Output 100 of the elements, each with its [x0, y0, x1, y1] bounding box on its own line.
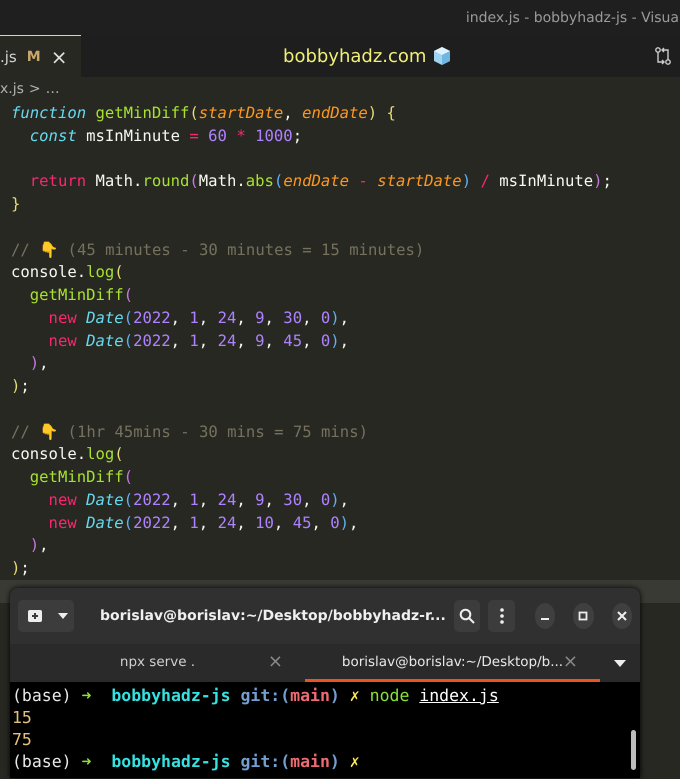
- code-text: ,: [340, 490, 350, 509]
- maximize-button[interactable]: [573, 603, 594, 629]
- search-button[interactable]: [454, 600, 480, 632]
- bracket: }: [11, 195, 20, 213]
- output-text: 75: [12, 730, 32, 749]
- git-label: ): [330, 686, 340, 705]
- bracket: ): [462, 172, 472, 190]
- code-text: ,: [264, 490, 274, 509]
- terminal-tab[interactable]: npx serve . ×: [10, 644, 305, 682]
- scrollbar[interactable]: [631, 730, 636, 770]
- close-icon[interactable]: ×: [50, 44, 68, 68]
- close-button[interactable]: [612, 603, 632, 629]
- code-text: ,: [39, 536, 49, 554]
- bracket: ): [330, 332, 340, 350]
- number: 45: [292, 514, 312, 532]
- code-text: console.: [11, 263, 86, 282]
- code-text: ,: [236, 490, 246, 509]
- number: 0: [320, 308, 330, 327]
- code-text: ;: [20, 377, 30, 395]
- menu-button[interactable]: [488, 600, 515, 632]
- bracket: (: [124, 514, 134, 532]
- bracket: ): [340, 514, 350, 532]
- parameter: endDate: [302, 104, 368, 122]
- code-text: ,: [198, 514, 208, 532]
- number: 9: [254, 332, 265, 350]
- code-text: ,: [39, 354, 49, 372]
- number: 24: [216, 308, 236, 327]
- class-name: Date: [85, 490, 124, 509]
- code-text: ;: [20, 559, 30, 577]
- operator: =: [188, 126, 199, 145]
- function-name: round: [142, 172, 190, 190]
- directory-name: bobbyhadz-js: [110, 686, 231, 705]
- code-text: ,: [274, 514, 284, 532]
- terminal-title: borislav@borislav:~/Desktop/bobbyhadz-r...: [99, 608, 446, 624]
- modified-label: M: [26, 48, 41, 64]
- number: 1: [188, 308, 199, 327]
- command: node: [368, 686, 410, 705]
- prompt-text: (base): [12, 686, 72, 705]
- caret-icon[interactable]: [614, 660, 626, 666]
- file-path: index.js: [419, 686, 499, 705]
- number: 2022: [133, 514, 171, 532]
- prompt-text: (base): [12, 752, 72, 771]
- number: 9: [254, 308, 265, 327]
- number: 1: [188, 490, 199, 509]
- git-label: git:(: [239, 686, 290, 705]
- close-icon[interactable]: ×: [268, 651, 283, 672]
- directory-name: bobbyhadz-js: [110, 752, 231, 771]
- prompt-arrow: ➜: [80, 686, 92, 705]
- bracket: (: [114, 445, 124, 464]
- maximize-icon: [578, 611, 588, 621]
- minimize-button[interactable]: [535, 603, 556, 629]
- git-label: git:(: [239, 752, 290, 771]
- bracket: ): [330, 308, 340, 327]
- bracket: ): [593, 172, 603, 190]
- parameter: endDate: [283, 172, 350, 190]
- code-comment: // 👇 (45 minutes - 30 minutes = 15 minutes): [11, 240, 424, 258]
- compare-icon[interactable]: [654, 46, 672, 66]
- bracket: (: [124, 490, 134, 509]
- number: 1000: [254, 126, 293, 145]
- output-text: 15: [12, 708, 32, 727]
- breadcrumb-item[interactable]: …: [46, 80, 60, 96]
- number: 24: [216, 332, 236, 350]
- number: 45: [282, 332, 302, 350]
- bracket: {: [386, 104, 396, 122]
- parameter: startDate: [376, 172, 462, 190]
- code-text: ,: [170, 308, 180, 327]
- keyword: new: [48, 308, 77, 327]
- operator: *: [235, 126, 246, 145]
- number: 24: [216, 514, 236, 532]
- code-text: ,: [198, 308, 208, 327]
- tab-label: borislav@borislav:~/Desktop/b...: [342, 654, 564, 670]
- keyword: new: [48, 514, 77, 532]
- code-text: ,: [198, 332, 208, 350]
- bracket: ): [11, 559, 20, 577]
- number: 0: [329, 514, 340, 532]
- breadcrumb-item[interactable]: x.js: [0, 80, 24, 96]
- code-text: ,: [170, 490, 180, 509]
- breadcrumb-separator: >: [28, 80, 41, 96]
- class-name: Date: [85, 308, 124, 327]
- code-text: ,: [264, 332, 274, 350]
- code-text: ;: [292, 126, 302, 145]
- code-text: ,: [302, 332, 312, 350]
- close-icon[interactable]: ×: [562, 651, 578, 672]
- search-icon: [459, 608, 476, 624]
- cube-icon: [432, 46, 452, 66]
- function-name: log: [86, 445, 114, 464]
- editor-tab[interactable]: .js M ×: [0, 35, 82, 77]
- number: 0: [320, 332, 330, 350]
- bracket: ): [28, 354, 40, 372]
- keyword: function: [11, 104, 86, 122]
- number: 2022: [133, 308, 171, 327]
- operator: -: [357, 172, 368, 190]
- code-text: Math.: [198, 172, 246, 190]
- keyword: const: [28, 126, 77, 145]
- number: 60: [207, 126, 227, 145]
- number: 30: [282, 490, 302, 509]
- number: 2022: [133, 332, 171, 350]
- bracket: (: [124, 308, 134, 327]
- terminal-tab[interactable]: borislav@borislav:~/Desktop/b...×: [305, 644, 600, 682]
- tab-label: .js: [0, 48, 17, 66]
